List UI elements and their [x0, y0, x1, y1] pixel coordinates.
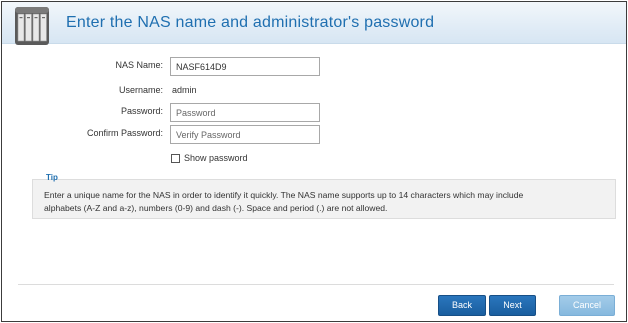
back-button[interactable]: Back — [438, 295, 486, 316]
username-row: Username: admin — [2, 82, 626, 102]
nas-name-label: NAS Name: — [115, 60, 163, 70]
nas-name-row: NAS Name: — [2, 57, 626, 77]
password-label: Password: — [120, 106, 163, 116]
next-button[interactable]: Next — [489, 295, 536, 316]
password-input[interactable] — [170, 103, 320, 122]
tip-title: Tip — [46, 173, 58, 182]
nas-device-icon — [15, 7, 49, 45]
username-label: Username: — [118, 85, 163, 95]
page-title: Enter the NAS name and administrator's p… — [66, 14, 435, 31]
footer-divider — [18, 284, 614, 285]
dialog-header: Enter the NAS name and administrator's p… — [2, 2, 626, 45]
confirm-password-label: Confirm Password: — [86, 128, 163, 138]
nas-name-input[interactable] — [170, 57, 320, 76]
confirm-password-input[interactable] — [170, 125, 320, 144]
tip-text-line-2: alphabets (A-Z and a-z), numbers (0-9) a… — [44, 203, 388, 213]
show-password-checkbox[interactable] — [171, 154, 180, 163]
cancel-button[interactable]: Cancel — [559, 295, 615, 316]
username-value: admin — [172, 85, 197, 95]
show-password-label[interactable]: Show password — [184, 153, 248, 163]
tip-text-line-1: Enter a unique name for the NAS in order… — [44, 190, 524, 200]
password-row: Password: — [2, 103, 626, 123]
wizard-dialog: Enter the NAS name and administrator's p… — [1, 1, 627, 322]
confirm-password-row: Confirm Password: — [2, 125, 626, 145]
tip-box: Enter a unique name for the NAS in order… — [32, 179, 616, 219]
